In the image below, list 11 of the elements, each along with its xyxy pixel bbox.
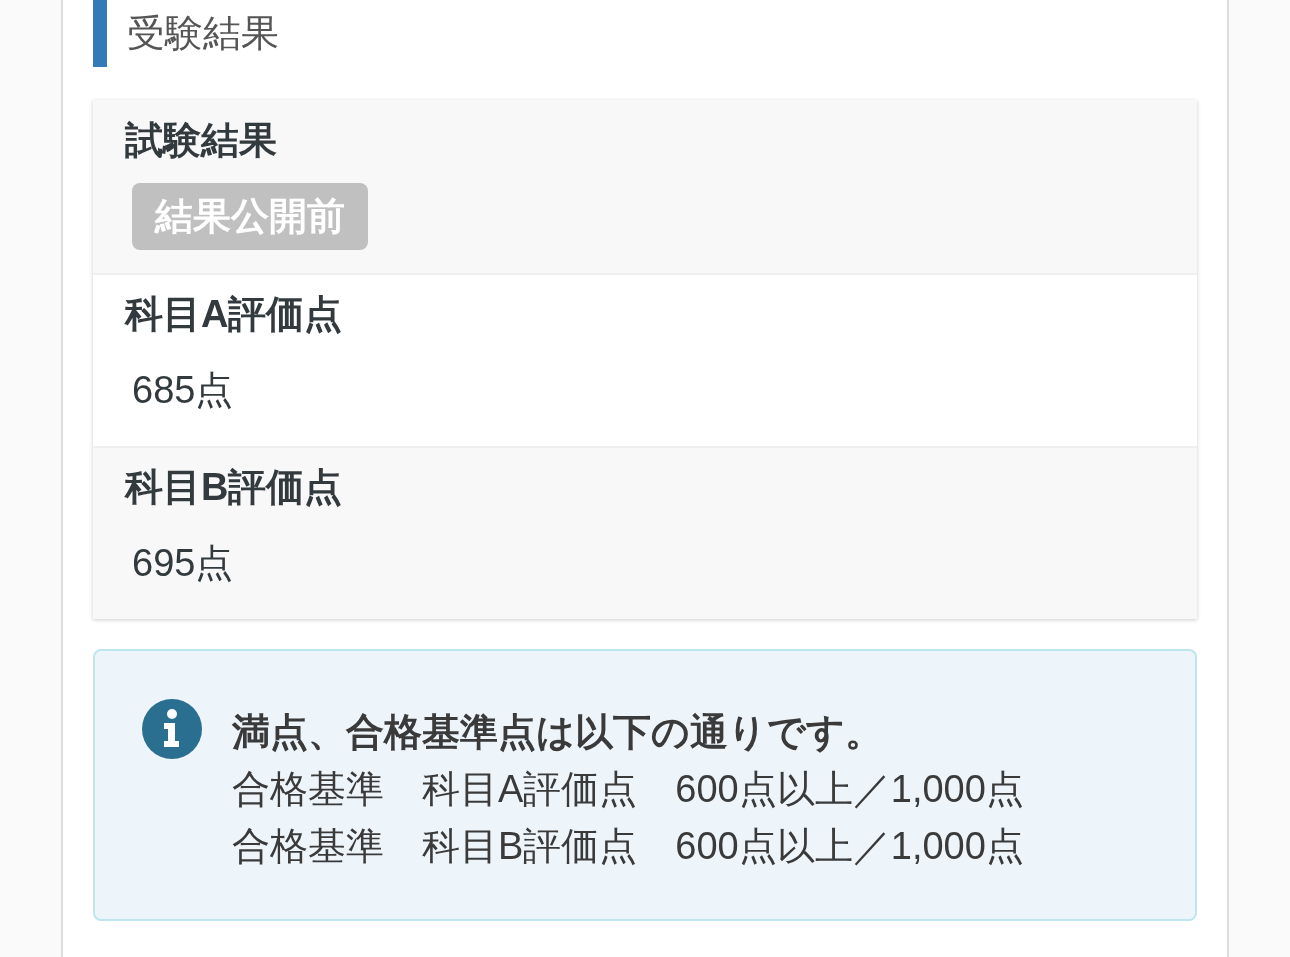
- section-heading: 受験結果: [93, 0, 1197, 67]
- criteria-line: 合格基準 科目B評価点 600点以上／1,000点: [232, 824, 1024, 869]
- score-value: 685点: [132, 368, 234, 412]
- criteria-line: 合格基準 科目A評価点 600点以上／1,000点: [232, 767, 1024, 812]
- field-label: 科目A評価点: [125, 292, 343, 336]
- score-value: 695点: [132, 541, 234, 585]
- field-label: 試験結果: [125, 118, 277, 162]
- info-title: 満点、合格基準点は以下の通りです。: [232, 710, 883, 755]
- field-label: 科目B評価点: [125, 465, 343, 509]
- info-icon: [142, 699, 202, 759]
- status-badge: 結果公開前: [132, 183, 368, 250]
